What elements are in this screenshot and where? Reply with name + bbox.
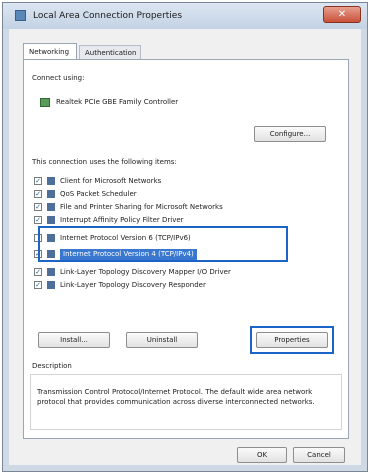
item-checkbox[interactable]: ✓ — [34, 268, 42, 276]
item-checkbox[interactable]: ✓ — [34, 216, 42, 224]
item-label: Link-Layer Topology Discovery Mapper I/O… — [60, 268, 231, 276]
adapter-name: Realtek PCIe GBE Family Controller — [56, 98, 179, 106]
network-adapter-icon — [40, 98, 50, 107]
description-group: Transmission Control Protocol/Internet P… — [30, 374, 342, 430]
tab-networking[interactable]: Networking — [23, 43, 77, 59]
service-icon — [47, 203, 55, 211]
network-icon — [15, 10, 26, 21]
connect-using-label: Connect using: — [32, 74, 85, 82]
item-checkbox[interactable]: ✓ — [34, 203, 42, 211]
item-label: QoS Packet Scheduler — [60, 190, 137, 198]
item-checkbox[interactable]: ✓ — [34, 281, 42, 289]
protocol-icon — [47, 281, 55, 289]
highlight-box-properties — [250, 326, 334, 354]
title-bar[interactable]: Local Area Connection Properties ✕ — [3, 3, 367, 29]
protocol-icon — [47, 268, 55, 276]
highlight-box-ip-items — [38, 226, 288, 262]
window-title: Local Area Connection Properties — [33, 11, 183, 21]
tab-authentication[interactable]: Authentication — [79, 45, 141, 59]
configure-button[interactable]: Configure... — [254, 126, 326, 142]
uninstall-button[interactable]: Uninstall — [126, 332, 198, 348]
item-label: File and Printer Sharing for Microsoft N… — [60, 203, 223, 211]
networking-panel: Connect using: Realtek PCIe GBE Family C… — [23, 59, 349, 439]
client-icon — [47, 177, 55, 185]
dialog-body: Networking Authentication Connect using:… — [9, 29, 361, 465]
item-label: Interrupt Affinity Policy Filter Driver — [60, 216, 184, 224]
close-button[interactable]: ✕ — [323, 6, 361, 23]
description-text: Transmission Control Protocol/Internet P… — [37, 388, 315, 406]
item-checkbox[interactable]: ✓ — [34, 177, 42, 185]
protocol-icon — [47, 216, 55, 224]
ok-button[interactable]: OK — [237, 447, 287, 463]
properties-dialog: Local Area Connection Properties ✕ Netwo… — [2, 2, 368, 472]
item-checkbox[interactable]: ✓ — [34, 190, 42, 198]
item-label: Link-Layer Topology Discovery Responder — [60, 281, 206, 289]
install-button[interactable]: Install... — [38, 332, 110, 348]
items-heading: This connection uses the following items… — [32, 158, 177, 166]
cancel-button[interactable]: Cancel — [293, 447, 345, 463]
item-label: Client for Microsoft Networks — [60, 177, 162, 185]
description-label: Description — [32, 362, 72, 370]
service-icon — [47, 190, 55, 198]
